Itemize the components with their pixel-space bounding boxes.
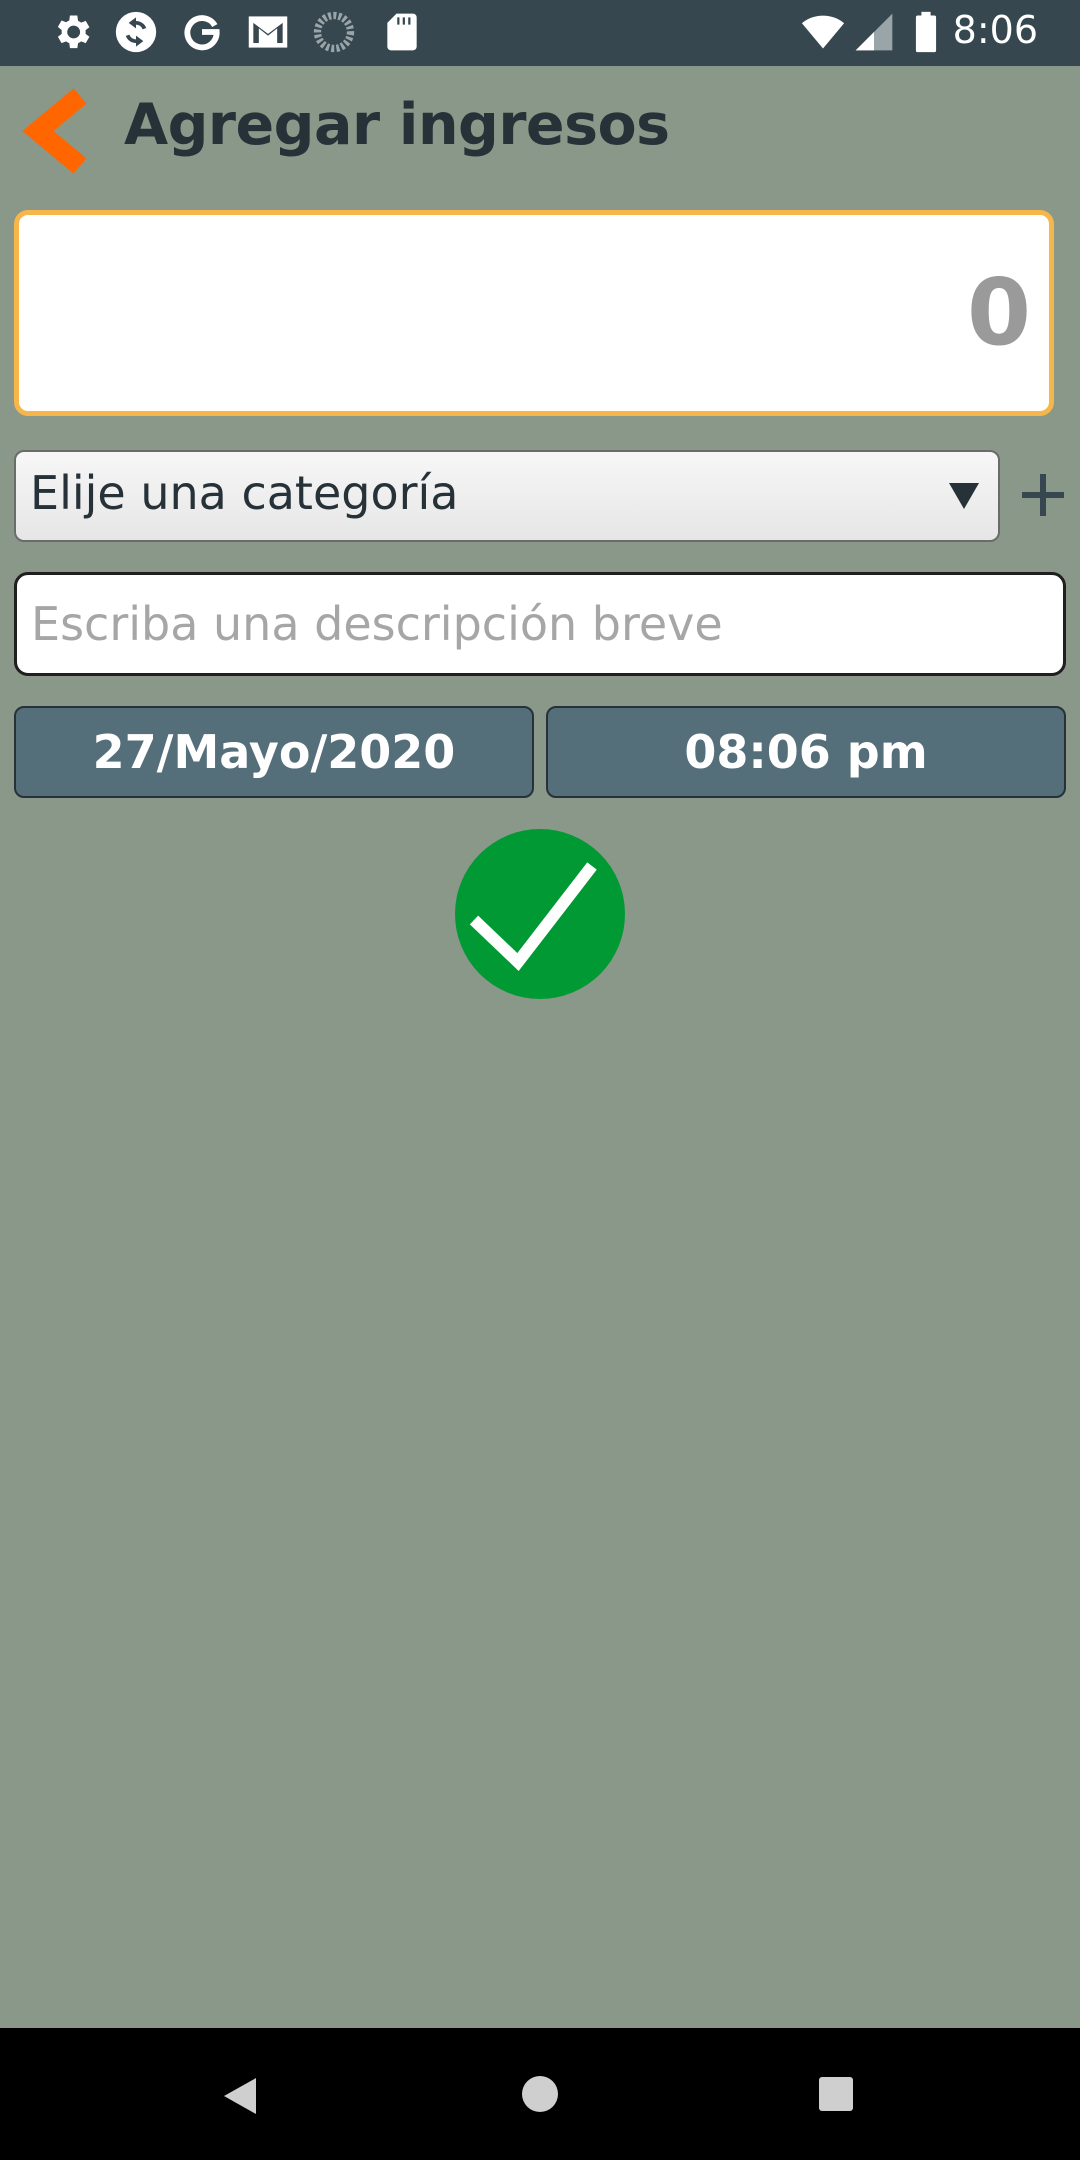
- plus-icon[interactable]: [1022, 474, 1064, 516]
- amount-value: 0: [966, 259, 1031, 366]
- back-button[interactable]: [22, 88, 92, 174]
- sd-card-icon: [387, 13, 417, 51]
- loading-icon: [313, 11, 355, 53]
- gmail-icon: [248, 16, 288, 48]
- date-picker-button[interactable]: 27/Mayo/2020: [14, 706, 534, 798]
- nav-home-icon[interactable]: [520, 2074, 560, 2114]
- chevron-left-icon[interactable]: [22, 88, 87, 174]
- dropdown-arrow-icon: [949, 483, 979, 509]
- status-bar: 8:06: [0, 0, 1080, 66]
- description-input[interactable]: [14, 572, 1066, 676]
- confirm-button[interactable]: [454, 828, 626, 1000]
- status-time: 8:06: [952, 8, 1038, 52]
- add-category-button[interactable]: [1018, 470, 1068, 520]
- category-dropdown[interactable]: Elije una categoría: [14, 450, 1000, 542]
- cellular-signal-icon: [855, 13, 893, 51]
- battery-icon: [915, 11, 937, 53]
- time-picker-button[interactable]: 08:06 pm: [546, 706, 1066, 798]
- amount-field[interactable]: 0: [14, 210, 1054, 416]
- nav-back-icon[interactable]: [222, 2076, 260, 2116]
- navigation-bar: [0, 2028, 1080, 2160]
- nav-recents-icon[interactable]: [818, 2076, 854, 2112]
- sync-icon: [115, 11, 157, 53]
- page-title: Agregar ingresos: [124, 92, 670, 158]
- category-selected-label: Elije una categoría: [30, 466, 459, 520]
- wifi-icon: [801, 15, 845, 49]
- google-icon: [184, 15, 220, 51]
- settings-icon: [57, 15, 90, 49]
